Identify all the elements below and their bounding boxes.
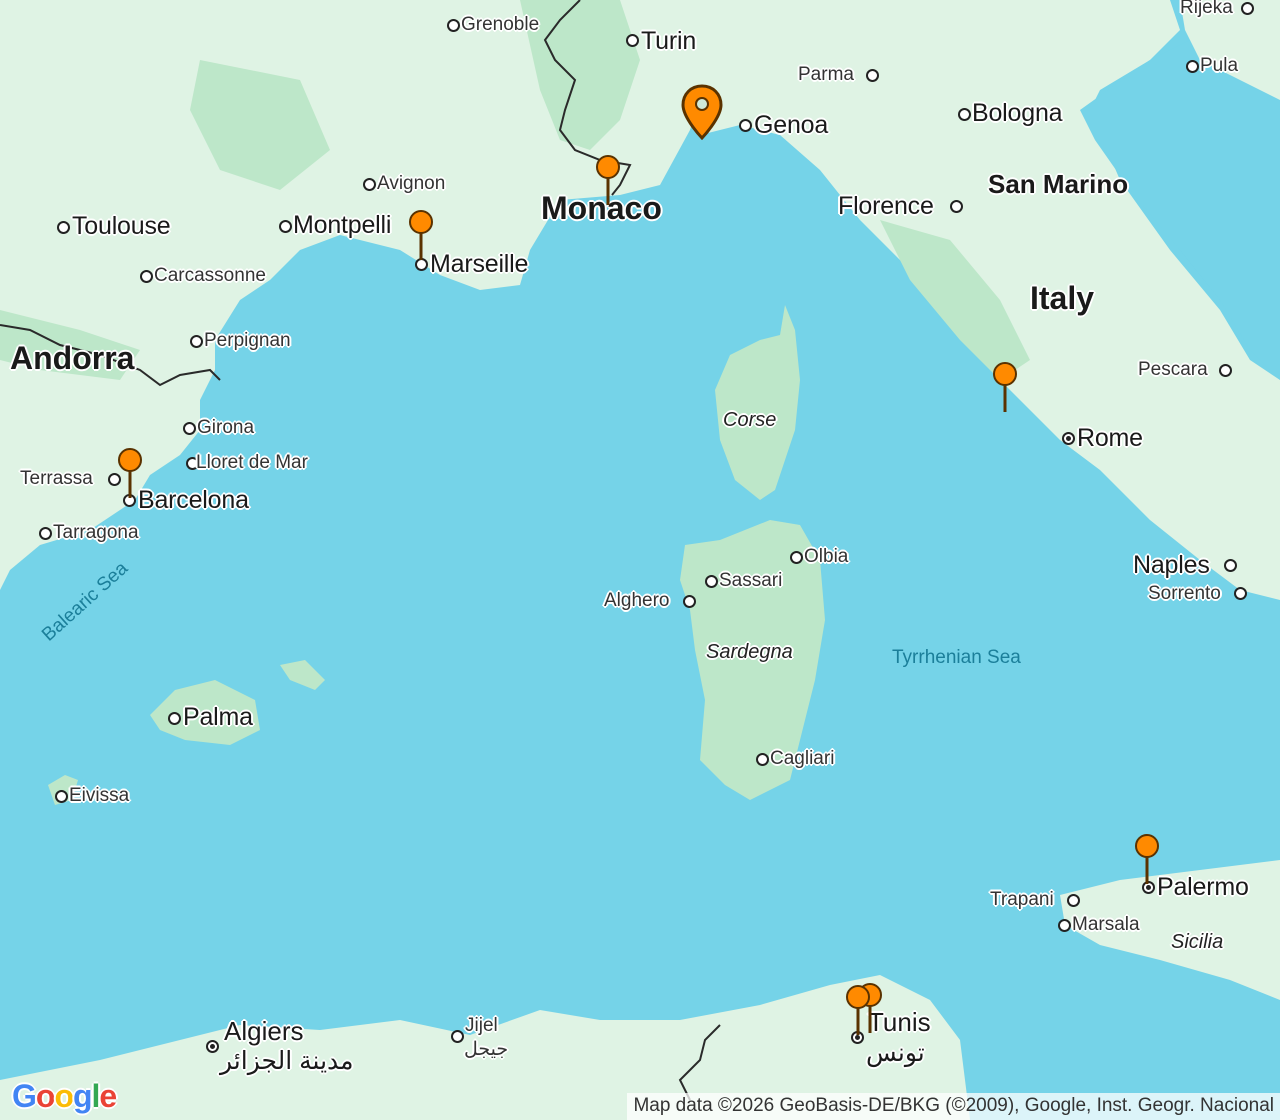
city-dot-rijeka[interactable] <box>1241 2 1254 15</box>
sea-label-tyrrhenian: Tyrrhenian Sea <box>892 647 1021 668</box>
city-dot-bologna[interactable] <box>958 108 971 121</box>
city-dot-cagliari[interactable] <box>756 753 769 766</box>
city-label-rome[interactable]: Rome <box>1077 424 1143 453</box>
city-label-lloret[interactable]: Lloret de Mar <box>196 452 308 474</box>
city-label-rijeka[interactable]: Rijeka <box>1180 0 1233 19</box>
city-label-carcassonne[interactable]: Carcassonne <box>154 265 266 287</box>
city-label-olbia[interactable]: Olbia <box>804 546 848 568</box>
map-pin-palermo[interactable] <box>1134 834 1160 884</box>
city-label-cagliari[interactable]: Cagliari <box>770 748 834 770</box>
map-pin-tunis-1[interactable] <box>845 985 871 1035</box>
city-dot-turin[interactable] <box>626 34 639 47</box>
city-label-palermo[interactable]: Palermo <box>1157 873 1249 902</box>
city-label-girona[interactable]: Girona <box>197 417 254 439</box>
city-dot-algiers[interactable] <box>206 1040 219 1053</box>
city-label-sassari[interactable]: Sassari <box>719 570 782 592</box>
city-label-jijel[interactable]: Jijel <box>465 1015 498 1037</box>
city-label-avignon[interactable]: Avignon <box>377 173 445 195</box>
google-logo[interactable]: Google <box>12 1078 117 1115</box>
country-label-italy[interactable]: Italy <box>1030 280 1094 317</box>
city-dot-florence[interactable] <box>950 200 963 213</box>
city-label-algiers[interactable]: Algiers <box>224 1016 303 1047</box>
city-label-perpignan[interactable]: Perpignan <box>204 330 291 352</box>
city-dot-eivissa[interactable] <box>55 790 68 803</box>
city-dot-rome[interactable] <box>1062 432 1075 445</box>
city-label-pula[interactable]: Pula <box>1200 55 1238 77</box>
map-canvas[interactable]: Balearic Sea Tyrrhenian Sea Corse Sardeg… <box>0 0 1280 1120</box>
city-dot-pula[interactable] <box>1186 60 1199 73</box>
city-label-jijel-arabic: جيجل <box>464 1039 509 1060</box>
city-label-marsala[interactable]: Marsala <box>1072 914 1140 936</box>
city-dot-grenoble[interactable] <box>447 19 460 32</box>
city-dot-tarragona[interactable] <box>39 527 52 540</box>
city-dot-olbia[interactable] <box>790 551 803 564</box>
city-label-florence[interactable]: Florence <box>838 192 934 221</box>
city-dot-perpignan[interactable] <box>190 335 203 348</box>
city-dot-palma[interactable] <box>168 712 181 725</box>
city-dot-sorrento[interactable] <box>1234 587 1247 600</box>
country-label-san-marino[interactable]: San Marino <box>988 169 1128 200</box>
city-dot-marsala[interactable] <box>1058 919 1071 932</box>
map-attribution: Map data ©2026 GeoBasis-DE/BKG (©2009), … <box>627 1093 1280 1120</box>
city-dot-montpellier[interactable] <box>279 220 292 233</box>
city-label-marseille[interactable]: Marseille <box>430 250 528 279</box>
city-label-terrassa[interactable]: Terrassa <box>20 468 93 490</box>
city-label-palma[interactable]: Palma <box>183 703 253 732</box>
city-label-naples[interactable]: Naples <box>1133 551 1210 580</box>
city-label-trapani[interactable]: Trapani <box>990 889 1054 911</box>
city-dot-naples[interactable] <box>1224 559 1237 572</box>
map-pin-italy-coast[interactable] <box>992 362 1018 412</box>
city-label-toulouse[interactable]: Toulouse <box>72 212 171 241</box>
country-label-andorra[interactable]: Andorra <box>10 340 134 377</box>
city-label-parma[interactable]: Parma <box>798 64 854 86</box>
city-label-barcelona[interactable]: Barcelona <box>138 486 249 515</box>
city-label-genoa[interactable]: Genoa <box>754 111 828 140</box>
city-dot-sassari[interactable] <box>705 575 718 588</box>
city-dot-toulouse[interactable] <box>57 221 70 234</box>
map-base-layer <box>0 0 1280 1120</box>
city-label-turin[interactable]: Turin <box>641 27 696 56</box>
city-dot-genoa[interactable] <box>739 119 752 132</box>
region-label-sardegna: Sardegna <box>706 641 793 663</box>
region-label-corse: Corse <box>723 409 777 431</box>
city-dot-trapani[interactable] <box>1067 894 1080 907</box>
city-label-sorrento[interactable]: Sorrento <box>1148 583 1221 605</box>
city-label-alghero[interactable]: Alghero <box>604 590 670 612</box>
city-label-montpellier[interactable]: Montpelli <box>293 211 391 240</box>
city-label-pescara[interactable]: Pescara <box>1138 359 1208 381</box>
map-pin-monaco[interactable] <box>595 155 621 205</box>
city-label-tunis-arabic: تونس <box>866 1039 925 1067</box>
city-dot-girona[interactable] <box>183 422 196 435</box>
city-dot-parma[interactable] <box>866 69 879 82</box>
city-dot-jijel[interactable] <box>451 1030 464 1043</box>
city-dot-pescara[interactable] <box>1219 364 1232 377</box>
map-pin-marseille[interactable] <box>408 210 434 260</box>
city-dot-carcassonne[interactable] <box>140 270 153 283</box>
region-label-sicilia: Sicilia <box>1171 931 1224 953</box>
map-marker-selected[interactable] <box>680 84 724 140</box>
city-label-algiers-arabic: مدينة الجزائر <box>220 1047 354 1075</box>
city-dot-alghero[interactable] <box>683 595 696 608</box>
city-label-grenoble[interactable]: Grenoble <box>461 14 539 36</box>
map-pin-barcelona[interactable] <box>117 448 143 498</box>
city-label-eivissa[interactable]: Eivissa <box>69 785 129 807</box>
city-label-tarragona[interactable]: Tarragona <box>53 522 139 544</box>
city-dot-avignon[interactable] <box>363 178 376 191</box>
city-label-bologna[interactable]: Bologna <box>972 99 1063 128</box>
